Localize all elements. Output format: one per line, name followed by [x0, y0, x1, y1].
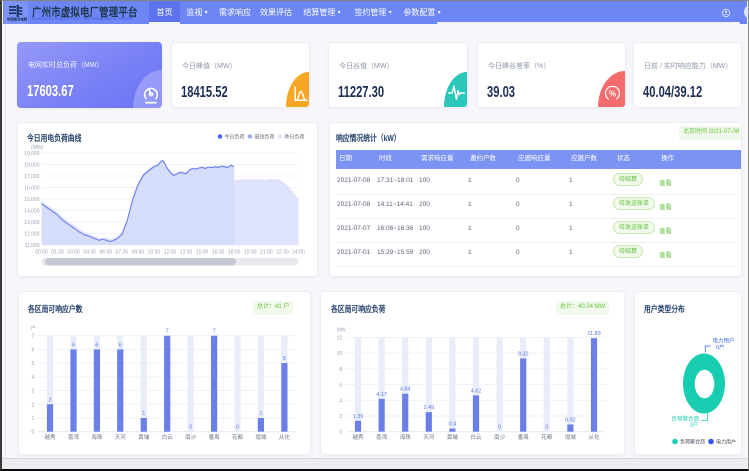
svg-text:越秀: 越秀: [44, 433, 56, 441]
svg-text:海珠: 海珠: [91, 433, 103, 441]
svg-text:0户: 0户: [716, 343, 725, 351]
svg-text:今日负荷: 今日负荷: [225, 133, 245, 140]
svg-text:06:00: 06:00: [100, 250, 113, 256]
svg-text:2: 2: [48, 397, 51, 403]
svg-text:11.89: 11.89: [587, 331, 600, 337]
svg-text:南沙: 南沙: [494, 433, 506, 441]
svg-text:24:00: 24:00: [292, 250, 305, 256]
svg-text:6: 6: [72, 342, 75, 348]
svg-text:12,000: 12,000: [24, 232, 40, 238]
svg-text:2.49: 2.49: [423, 405, 434, 411]
svg-text:11,000: 11,000: [25, 243, 40, 249]
svg-text:14,000: 14,000: [24, 209, 40, 215]
svg-text:1: 1: [142, 411, 145, 417]
svg-text:12:00: 12:00: [164, 250, 177, 256]
svg-text:0: 0: [498, 425, 501, 431]
svg-text:0.92: 0.92: [565, 418, 576, 424]
svg-text:从化: 从化: [588, 433, 600, 441]
svg-text:黄埔: 黄埔: [138, 433, 150, 441]
svg-text:2: 2: [32, 402, 35, 408]
svg-text:7: 7: [166, 329, 169, 335]
svg-text:荔湾: 荔湾: [68, 433, 80, 441]
svg-text:天河: 天河: [423, 433, 435, 441]
svg-text:8: 8: [339, 367, 342, 373]
svg-text:12: 12: [337, 335, 343, 341]
svg-text:15:00: 15:00: [196, 250, 209, 256]
svg-text:13,000: 13,000: [24, 220, 40, 226]
svg-text:电力用户: 电力用户: [716, 438, 736, 445]
svg-text:22:30: 22:30: [276, 250, 289, 256]
svg-text:15,000: 15,000: [24, 197, 40, 203]
svg-text:09:00: 09:00: [132, 250, 145, 256]
svg-text:负荷聚合商: 负荷聚合商: [680, 438, 705, 445]
svg-text:00:00: 00:00: [35, 250, 48, 256]
svg-text:5: 5: [32, 361, 35, 367]
svg-text:荔湾: 荔湾: [376, 433, 388, 441]
svg-text:0: 0: [189, 425, 192, 431]
svg-text:增城: 增城: [565, 433, 577, 441]
svg-text:花都: 花都: [232, 433, 244, 441]
svg-text:番禺: 番禺: [518, 434, 529, 441]
svg-text:越秀: 越秀: [352, 433, 364, 441]
svg-text:03:00: 03:00: [67, 250, 80, 256]
svg-text:0: 0: [339, 430, 342, 436]
svg-text:4.62: 4.62: [471, 388, 482, 394]
svg-text:21:00: 21:00: [260, 250, 273, 256]
svg-text:%: %: [609, 90, 616, 99]
svg-text:1.39: 1.39: [353, 414, 364, 420]
svg-text:2: 2: [339, 414, 342, 420]
svg-text:电力用户: 电力用户: [713, 337, 735, 345]
svg-text:白云: 白云: [162, 433, 174, 441]
svg-text:0.4: 0.4: [449, 422, 457, 428]
svg-text:黄埔: 黄埔: [447, 433, 459, 441]
svg-text:6: 6: [119, 342, 122, 348]
svg-text:4.17: 4.17: [376, 392, 387, 398]
svg-text:07:30: 07:30: [116, 250, 129, 256]
svg-text:16,000: 16,000: [24, 186, 40, 192]
svg-text:4: 4: [32, 375, 35, 381]
svg-text:3: 3: [32, 389, 35, 395]
svg-text:6: 6: [32, 347, 35, 353]
svg-text:18:00: 18:00: [228, 250, 241, 256]
svg-text:7: 7: [213, 329, 216, 335]
svg-text:01:30: 01:30: [51, 250, 64, 256]
svg-text:南沙: 南沙: [185, 433, 197, 441]
svg-text:增城: 增城: [255, 433, 267, 441]
svg-text:负荷聚合商: 负荷聚合商: [671, 415, 699, 423]
svg-text:3户: 3户: [689, 421, 698, 429]
svg-text:5: 5: [283, 356, 286, 362]
svg-text:7: 7: [32, 334, 35, 340]
svg-text:昨日负荷: 昨日负荷: [285, 133, 305, 140]
svg-text:从化: 从化: [279, 433, 291, 441]
svg-text:13:30: 13:30: [180, 250, 193, 256]
svg-text:MW: MW: [337, 327, 346, 333]
svg-text:1: 1: [259, 411, 262, 417]
svg-text:基线负荷: 基线负荷: [255, 133, 275, 140]
svg-text:4: 4: [339, 398, 342, 404]
svg-text:10:30: 10:30: [148, 250, 161, 256]
svg-text:9.32: 9.32: [518, 351, 529, 357]
svg-text:花都: 花都: [541, 433, 553, 441]
svg-text:19:30: 19:30: [244, 250, 257, 256]
svg-text:16:30: 16:30: [212, 250, 225, 256]
svg-text:白云: 白云: [470, 433, 482, 441]
svg-text:18,000: 18,000: [24, 163, 40, 169]
svg-text:04:30: 04:30: [83, 250, 96, 256]
svg-text:19,000: 19,000: [24, 151, 40, 157]
svg-text:10: 10: [337, 351, 343, 357]
svg-text:6: 6: [339, 383, 342, 389]
svg-text:0: 0: [545, 425, 548, 431]
svg-text:4.84: 4.84: [400, 387, 411, 393]
svg-text:番禺: 番禺: [209, 434, 220, 441]
svg-text:0: 0: [32, 430, 35, 436]
svg-text:6: 6: [95, 342, 98, 348]
svg-text:1: 1: [32, 416, 35, 422]
svg-text:海珠: 海珠: [400, 433, 412, 441]
svg-text:17,000: 17,000: [24, 174, 40, 180]
svg-text:户: 户: [31, 325, 36, 332]
svg-text:0: 0: [236, 425, 239, 431]
svg-text:天河: 天河: [115, 433, 127, 441]
